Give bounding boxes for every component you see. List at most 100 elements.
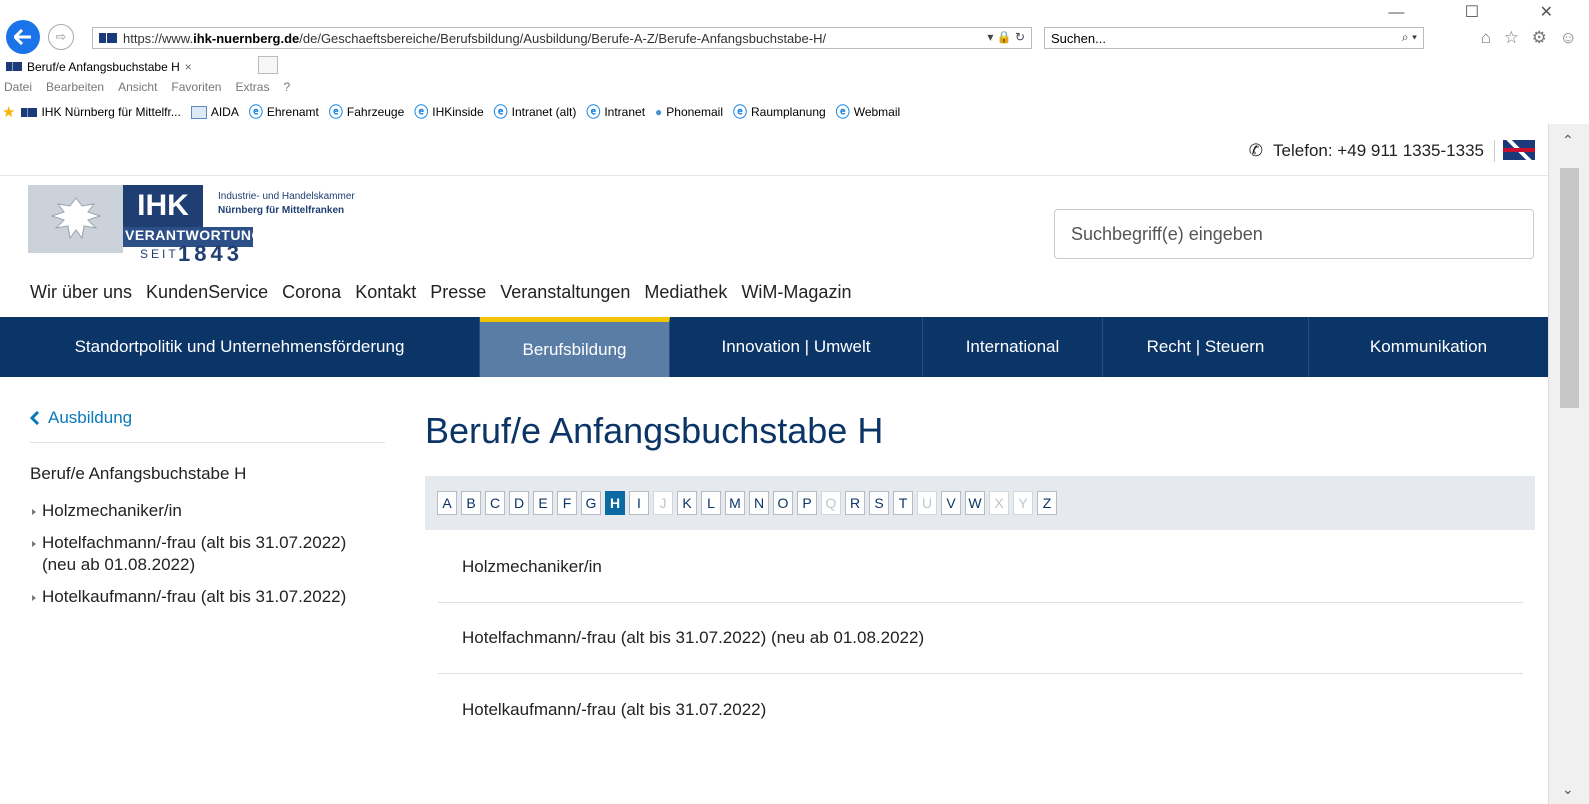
vertical-scrollbar[interactable]: ⌃ ⌄ — [1548, 124, 1589, 804]
letter-u-button: U — [917, 491, 937, 515]
search-icon[interactable]: ⌕ ▾ — [1402, 30, 1417, 45]
favorite-item[interactable]: ⓔ Ehrenamt — [249, 102, 319, 122]
ie-icon: ⓔ — [835, 104, 850, 120]
meta-nav-item[interactable]: WiM-Magazin — [741, 282, 851, 303]
meta-nav-item[interactable]: Corona — [282, 282, 341, 303]
scroll-up-icon[interactable]: ⌃ — [1562, 132, 1574, 149]
sidebar-item[interactable]: Hotelkaufmann/-frau (alt bis 31.07.2022) — [30, 586, 360, 608]
scrollbar-thumb[interactable] — [1560, 168, 1579, 408]
menu-help[interactable]: ? — [283, 80, 290, 94]
main-nav-berufsbildung[interactable]: Berufsbildung — [480, 317, 670, 377]
favorite-item[interactable]: ● Phonemail — [655, 105, 723, 119]
main-nav-standortpolitik[interactable]: Standortpolitik und Unternehmensförderun… — [0, 317, 480, 377]
meta-nav-item[interactable]: KundenService — [146, 282, 268, 303]
favorite-item[interactable]: IHK Nürnberg für Mittelfr... — [21, 105, 181, 119]
close-tab-icon[interactable]: × — [185, 60, 192, 74]
logo-line-2: Nürnberg für Mittelfranken — [218, 205, 345, 216]
main-nav-innovation[interactable]: Innovation | Umwelt — [670, 317, 923, 377]
letter-p-button[interactable]: P — [797, 491, 817, 515]
menu-favoriten[interactable]: Favoriten — [171, 80, 221, 94]
letter-o-button[interactable]: O — [773, 491, 793, 515]
sidebar-item[interactable]: Holzmechaniker/in — [30, 500, 360, 522]
favorite-item[interactable]: AIDA — [190, 105, 239, 119]
result-item[interactable]: Holzmechaniker/in — [438, 532, 1523, 603]
meta-nav-item[interactable]: Mediathek — [644, 282, 727, 303]
back-button[interactable] — [6, 20, 40, 54]
menu-bar: Datei Bearbeiten Ansicht Favoriten Extra… — [0, 77, 290, 97]
main-nav-recht-steuern[interactable]: Recht | Steuern — [1103, 317, 1309, 377]
sidebar-item[interactable]: Hotelfachmann/-frau (alt bis 31.07.2022)… — [30, 532, 360, 576]
letter-t-button[interactable]: T — [893, 491, 913, 515]
forward-button[interactable]: ⇨ — [48, 24, 74, 50]
toolbar-icons[interactable]: ⌂ ☆ ⚙ ☺ — [1481, 28, 1581, 48]
letter-b-button[interactable]: B — [461, 491, 481, 515]
address-actions[interactable]: ▾ 🔒 ↻ — [987, 30, 1025, 44]
letter-x-button: X — [989, 491, 1009, 515]
letter-s-button[interactable]: S — [869, 491, 889, 515]
menu-datei[interactable]: Datei — [4, 80, 32, 94]
alphabet-filter: ABCDEFGHIJKLMNOPQRSTUVWXYZ — [425, 476, 1535, 530]
favorite-item[interactable]: ⓔ IHKinside — [414, 102, 483, 122]
main-nav-international[interactable]: International — [923, 317, 1103, 377]
letter-i-button[interactable]: I — [629, 491, 649, 515]
favorite-item[interactable]: ⓔ Webmail — [836, 102, 900, 122]
window-controls[interactable]: — ☐ ✕ — [1388, 2, 1581, 22]
favorite-item[interactable]: ⓔ Fahrzeuge — [329, 102, 404, 122]
letter-n-button[interactable]: N — [749, 491, 769, 515]
letter-z-button[interactable]: Z — [1037, 491, 1057, 515]
menu-bearbeiten[interactable]: Bearbeiten — [46, 80, 104, 94]
browser-nav-row: ⇨ https://www. ihk-nuernberg.de/de/Gescha… — [0, 0, 1589, 54]
sidebar-title: Beruf/e Anfangsbuchstabe H — [30, 464, 247, 483]
tab-active[interactable]: Beruf/e Anfangsbuchstabe H × — [2, 56, 198, 76]
back-to-ausbildung-link[interactable]: Ausbildung — [30, 408, 132, 428]
site-search-input[interactable]: Suchbegriff(e) eingeben — [1054, 209, 1534, 259]
letter-a-button[interactable]: A — [437, 491, 457, 515]
chevron-left-icon — [30, 411, 40, 425]
url-path: /de/Geschaeftsbereiche/Berufsbildung/Aus… — [299, 30, 827, 46]
scroll-down-icon[interactable]: ⌄ — [1562, 781, 1574, 798]
favorite-item[interactable]: ⓔ Intranet (alt) — [494, 102, 577, 122]
phone-number[interactable]: Telefon: +49 911 1335-1335 — [1273, 141, 1484, 161]
menu-extras[interactable]: Extras — [235, 80, 269, 94]
menu-ansicht[interactable]: Ansicht — [118, 80, 157, 94]
address-bar[interactable]: https://www. ihk-nuernberg.de/de/Geschaef… — [92, 27, 1032, 49]
english-language-icon[interactable] — [1494, 140, 1535, 162]
browser-search-placeholder: Suchen... — [1051, 31, 1106, 46]
letter-k-button[interactable]: K — [677, 491, 697, 515]
ie-icon: ⓔ — [732, 104, 747, 120]
browser-search-input[interactable]: Suchen... ⌕ ▾ — [1044, 27, 1424, 49]
main-nav-kommunikation[interactable]: Kommunikation — [1309, 317, 1548, 377]
favorite-label: Phonemail — [666, 105, 723, 119]
arrow-left-icon — [14, 29, 31, 45]
letter-h-button[interactable]: H — [605, 491, 625, 515]
favorites-bar: ★ IHK Nürnberg für Mittelfr... AIDA ⓔ Ehr… — [0, 101, 910, 123]
sidebar-divider — [30, 442, 385, 443]
letter-f-button[interactable]: F — [557, 491, 577, 515]
letter-d-button[interactable]: D — [509, 491, 529, 515]
letter-v-button[interactable]: V — [941, 491, 961, 515]
result-item[interactable]: Hotelkaufmann/-frau (alt bis 31.07.2022) — [438, 674, 1523, 745]
favorites-star-icon[interactable]: ★ — [2, 103, 15, 121]
meta-nav-item[interactable]: Kontakt — [355, 282, 416, 303]
meta-nav: Wir über uns KundenService Corona Kontak… — [30, 282, 851, 303]
new-tab-button[interactable] — [258, 56, 278, 74]
letter-e-button[interactable]: E — [533, 491, 553, 515]
letter-m-button[interactable]: M — [725, 491, 745, 515]
result-item[interactable]: Hotelfachmann/-frau (alt bis 31.07.2022)… — [438, 603, 1523, 674]
favorite-item[interactable]: ⓔ Raumplanung — [733, 102, 826, 122]
meta-nav-item[interactable]: Wir über uns — [30, 282, 132, 303]
favorite-item[interactable]: ⓔ Intranet — [586, 102, 645, 122]
meta-nav-item[interactable]: Veranstaltungen — [500, 282, 630, 303]
meta-nav-item[interactable]: Presse — [430, 282, 486, 303]
tab-title: Beruf/e Anfangsbuchstabe H — [27, 59, 180, 74]
logo-text: Industrie- und Handelskammer Nürnberg fü… — [218, 190, 355, 218]
letter-g-button[interactable]: G — [581, 491, 601, 515]
url-domain: ihk-nuernberg.de — [193, 30, 300, 46]
globe-icon: ● — [655, 105, 663, 119]
ihk-logo[interactable]: IHK VERANTWORTUNG SEIT 1843 — [28, 185, 262, 266]
favorite-label: IHK Nürnberg für Mittelfr... — [41, 105, 181, 119]
letter-r-button[interactable]: R — [845, 491, 865, 515]
letter-c-button[interactable]: C — [485, 491, 505, 515]
letter-w-button[interactable]: W — [965, 491, 985, 515]
letter-l-button[interactable]: L — [701, 491, 721, 515]
